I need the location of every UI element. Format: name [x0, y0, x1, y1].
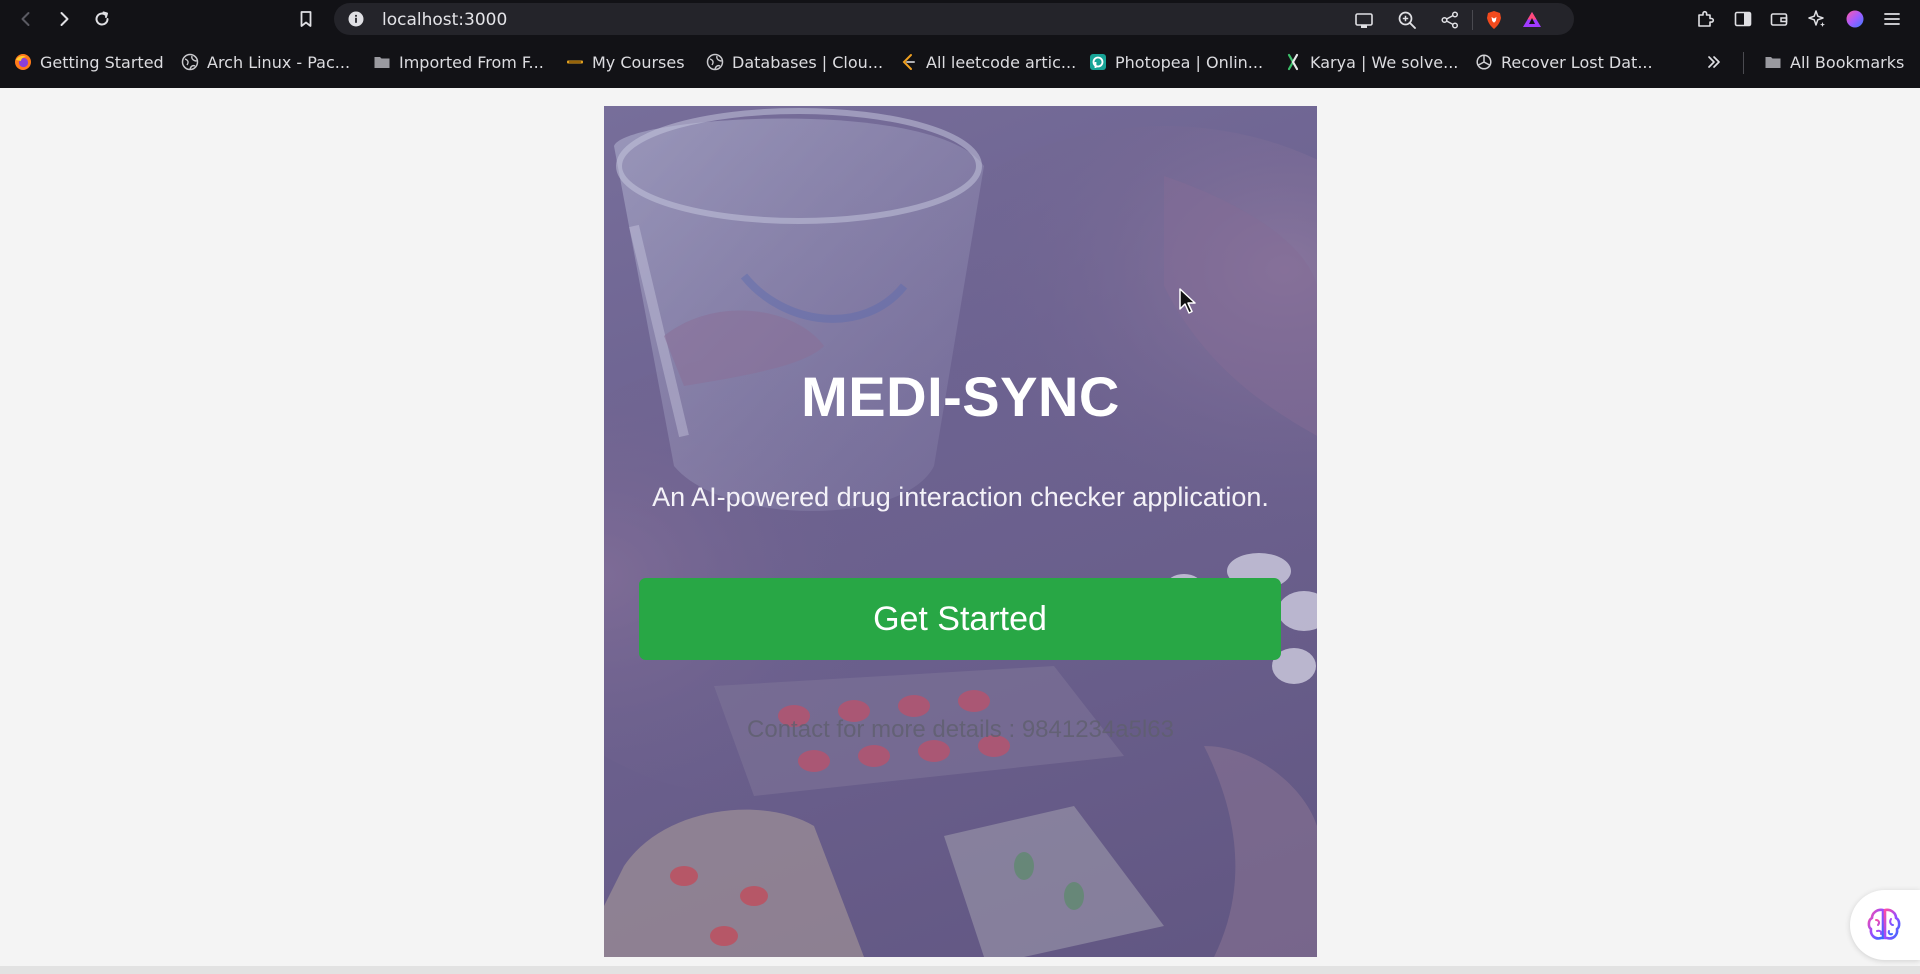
url-divider — [1472, 10, 1473, 30]
sparkle-icon — [1808, 10, 1825, 27]
chevron-double-right-icon — [1705, 53, 1723, 71]
bookmarks-divider — [1743, 52, 1744, 74]
page-bottom-edge — [0, 966, 1920, 974]
bookmark-databases[interactable]: Databases | Clou... — [706, 50, 883, 74]
share-icon[interactable] — [1440, 10, 1460, 30]
bookmark-label: Getting Started — [40, 52, 164, 72]
brain-icon — [1867, 908, 1901, 940]
all-bookmarks-button[interactable]: All Bookmarks — [1764, 50, 1904, 74]
page-body: MEDI-SYNC An AI-powered drug interaction… — [0, 88, 1920, 966]
karya-icon — [1284, 53, 1302, 71]
bookmark-icon — [300, 11, 312, 27]
bookmark-label: My Courses — [592, 52, 685, 72]
bookmark-label: Imported From F... — [399, 52, 544, 72]
extensions-button[interactable] — [1693, 7, 1717, 31]
zoom-icon[interactable] — [1397, 10, 1417, 30]
hamburger-icon — [1884, 13, 1900, 25]
bookmark-karya[interactable]: Karya | We solve... — [1284, 50, 1458, 74]
bookmark-page-button[interactable] — [294, 7, 318, 31]
sidebar-icon — [1734, 11, 1752, 27]
bookmark-my-courses[interactable]: My Courses — [566, 50, 685, 74]
puzzle-icon — [1698, 10, 1715, 27]
contact-text: Contact for more details : 9841234a5l63 — [747, 716, 1174, 743]
browser-toolbar: localhost:3000 — [0, 0, 1920, 38]
get-started-button[interactable]: Get Started — [639, 578, 1281, 660]
bookmark-label: All leetcode artic... — [926, 52, 1077, 72]
hero-background-image — [604, 108, 1317, 957]
page-subtitle: An AI-powered drug interaction checker a… — [652, 482, 1269, 512]
profile-button[interactable] — [1843, 7, 1867, 31]
mouse-cursor-icon — [1179, 288, 1196, 314]
firefox-icon — [14, 53, 32, 71]
sidebar-button[interactable] — [1731, 7, 1755, 31]
globe-icon — [181, 53, 199, 71]
hero-card: MEDI-SYNC An AI-powered drug interaction… — [604, 106, 1317, 957]
back-button[interactable] — [14, 7, 38, 31]
reload-button[interactable] — [90, 7, 114, 31]
folder-icon — [1764, 53, 1782, 71]
bookmark-getting-started[interactable]: Getting Started — [14, 50, 164, 74]
wallet-icon — [1770, 13, 1788, 26]
bookmark-label: Arch Linux - Pac... — [207, 52, 351, 72]
bookmark-leetcode[interactable]: All leetcode artic... — [900, 50, 1076, 74]
forward-arrow-icon — [60, 12, 69, 26]
url-text[interactable]: localhost:3000 — [382, 10, 507, 30]
bookmark-label: Databases | Clou... — [732, 52, 884, 72]
page-title: MEDI-SYNC — [801, 365, 1120, 428]
wallet-button[interactable] — [1767, 7, 1791, 31]
openai-icon — [1475, 53, 1493, 71]
courses-icon — [566, 53, 584, 71]
cast-icon[interactable] — [1354, 10, 1374, 30]
reload-icon — [95, 11, 109, 26]
address-bar[interactable]: localhost:3000 — [334, 3, 1574, 35]
more-bookmarks-button[interactable] — [1705, 50, 1723, 74]
profile-avatar-icon — [1846, 10, 1864, 28]
bookmarks-bar: Getting Started Arch Linux - Pac... Impo… — [0, 38, 1920, 88]
site-info-icon[interactable] — [348, 11, 364, 27]
bookmark-imported-folder[interactable]: Imported From F... — [373, 50, 544, 74]
bookmark-label: Karya | We solve... — [1310, 52, 1459, 72]
leo-ai-button[interactable] — [1805, 7, 1829, 31]
brave-shields-icon[interactable] — [1484, 10, 1504, 30]
folder-icon — [373, 53, 391, 71]
menu-button[interactable] — [1880, 7, 1904, 31]
photopea-icon — [1089, 53, 1107, 71]
brave-rewards-icon[interactable] — [1522, 10, 1542, 30]
bookmark-recover-lost-data[interactable]: Recover Lost Dat... — [1475, 50, 1653, 74]
back-arrow-icon — [21, 12, 30, 26]
forward-button[interactable] — [52, 7, 76, 31]
all-bookmarks-label: All Bookmarks — [1790, 52, 1905, 72]
leetcode-icon — [900, 53, 918, 71]
bookmark-arch-linux[interactable]: Arch Linux - Pac... — [181, 50, 350, 74]
bookmark-label: Photopea | Onlin... — [1115, 52, 1264, 72]
bookmark-label: Recover Lost Dat... — [1501, 52, 1653, 72]
globe-icon — [706, 53, 724, 71]
bookmark-photopea[interactable]: Photopea | Onlin... — [1089, 50, 1263, 74]
ai-assistant-button[interactable] — [1850, 890, 1920, 960]
